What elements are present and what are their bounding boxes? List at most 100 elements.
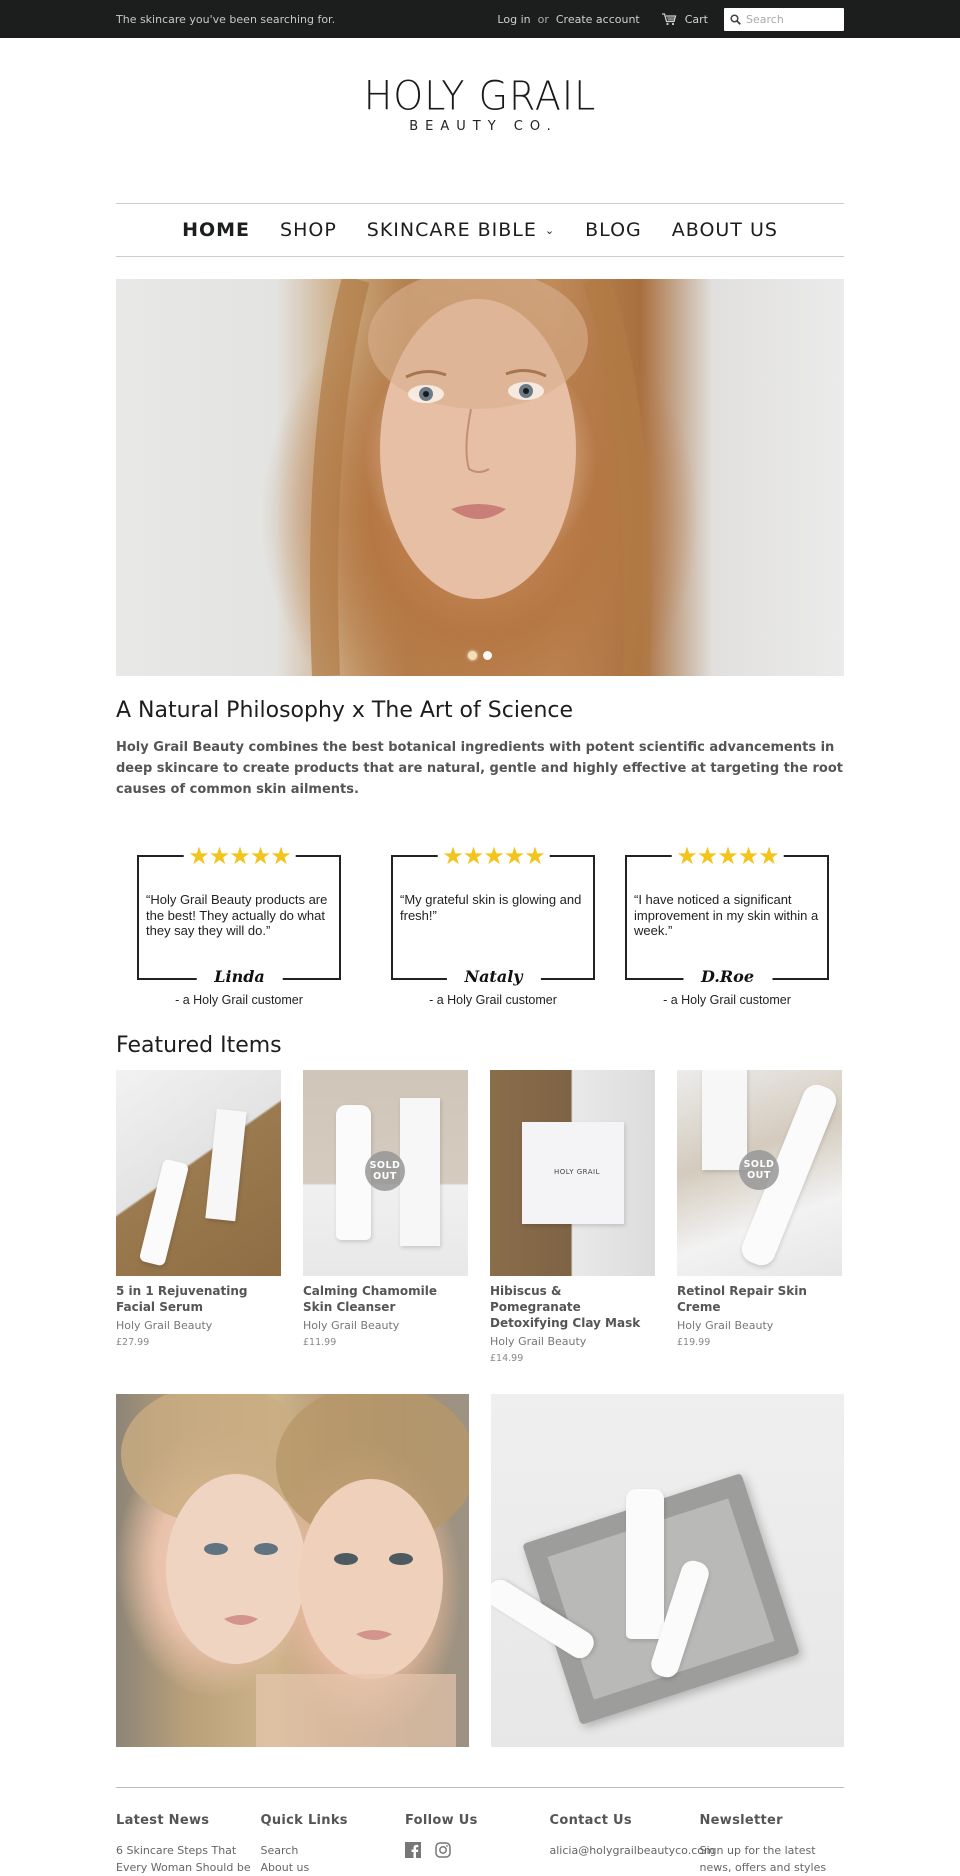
sold-out-badge: SOLD OUT [739,1150,779,1190]
product-image[interactable]: HOLY GRAIL [490,1070,655,1276]
site-logo[interactable]: HOLY GRAIL BEAUTY CO. [0,38,960,203]
contact-email-link[interactable]: alicia@holygrailbeautyco.com [550,1842,715,1859]
create-account-link[interactable]: Create account [556,13,640,26]
footer-heading: Newsletter [699,1813,783,1828]
chevron-down-icon: ⌄ [544,223,556,237]
testimonial-card: ★★★★★ “My grateful skin is glowing and f… [391,844,596,1020]
product-title[interactable]: Calming Chamomile Skin Cleanser [303,1283,468,1315]
product-vendor: Holy Grail Beauty [303,1319,400,1332]
nav-skincare-bible[interactable]: SKINCARE BIBLE ⌄ [367,219,555,241]
sold-out-text: SOLD [743,1159,775,1170]
product-box: HOLY GRAIL [522,1122,624,1224]
logo-subtitle: BEAUTY CO. [409,119,558,134]
testimonial-byline: - a Holy Grail customer [429,993,557,1007]
testimonial-signature: Nataly [446,967,541,986]
footer-heading: Latest News [116,1813,210,1828]
nav-skincare-bible-label: SKINCARE BIBLE [366,219,537,241]
product-card[interactable]: HOLY GRAIL Hibiscus & Pomegranate Detoxi… [490,1070,655,1364]
models-image [116,1394,469,1747]
cart-label: Cart [684,12,708,26]
testimonial-byline: - a Holy Grail customer [663,993,791,1007]
footer-link-about-us[interactable]: About us [261,1859,406,1876]
nav-about-us[interactable]: ABOUT US [672,219,778,241]
testimonials-image: ★★★★★ “Holy Grail Beauty products are th… [0,844,960,1025]
instagram-icon[interactable] [435,1842,451,1863]
intro-section: A Natural Philosophy x The Art of Scienc… [116,698,844,800]
cart-link[interactable]: Cart [661,12,708,26]
testimonial-quote: “I have noticed a significant improvemen… [634,892,819,938]
nav-home[interactable]: HOME [182,219,250,241]
product-title[interactable]: Retinol Repair Skin Creme [677,1283,842,1315]
product-image[interactable] [116,1070,281,1276]
footer-heading: Contact Us [549,1813,632,1828]
product-price: £27.99 [116,1337,150,1348]
product-card[interactable]: SOLD OUT Retinol Repair Skin Creme Holy G… [677,1070,842,1364]
cart-icon [661,12,677,25]
slide-dot-1[interactable] [468,651,477,660]
product-box [205,1108,247,1222]
news-article-link[interactable]: 6 Skincare Steps That Every Woman Should… [116,1842,261,1876]
product-bottle [626,1489,664,1639]
product-price: £11.99 [303,1337,337,1348]
testimonial-quote: “Holy Grail Beauty products are the best… [146,892,328,938]
featured-heading: Featured Items [116,1033,282,1058]
search-box[interactable] [724,7,844,31]
nav-blog[interactable]: BLOG [585,219,642,241]
testimonial-quote: “My grateful skin is glowing and fresh!” [400,892,582,923]
product-grid: 5 in 1 Rejuvenating Facial Serum Holy Gr… [116,1070,844,1364]
product-vendor: Holy Grail Beauty [677,1319,774,1332]
facebook-icon[interactable] [405,1842,421,1863]
product-title[interactable]: Hibiscus & Pomegranate Detoxifying Clay … [490,1283,655,1331]
product-bottle [138,1158,190,1267]
hero-slideshow[interactable] [116,279,844,676]
star-rating-icon: ★★★★★ [671,844,784,868]
testimonial-byline: - a Holy Grail customer [175,993,303,1007]
site-footer: Latest News 6 Skincare Steps That Every … [116,1787,844,1876]
footer-newsletter: Newsletter Sign up for the latest news, … [700,1813,845,1876]
search-input[interactable] [746,12,836,26]
nav-shop[interactable]: SHOP [280,219,337,241]
announcement-bar: The skincare you've been searching for. … [0,0,960,38]
product-image[interactable]: SOLD OUT [677,1070,842,1276]
star-rating-icon: ★★★★★ [437,844,550,868]
footer-heading: Quick Links [260,1813,348,1828]
login-link[interactable]: Log in [497,13,530,26]
product-box [702,1070,747,1170]
product-vendor: Holy Grail Beauty [490,1335,587,1348]
slide-dot-2[interactable] [483,651,492,660]
tagline: The skincare you've been searching for. [116,12,336,26]
search-icon[interactable] [730,13,741,25]
featured-items-section: Featured Items 5 in 1 Rejuvenating Facia… [116,1033,844,1364]
product-card[interactable]: 5 in 1 Rejuvenating Facial Serum Holy Gr… [116,1070,281,1364]
logo-wordmark: HOLY GRAIL [363,72,597,120]
sold-out-text: SOLD [369,1160,401,1171]
testimonial-signature: Linda [196,967,283,986]
product-price: £14.99 [490,1353,524,1364]
sold-out-text: OUT [747,1170,771,1181]
footer-contact-us: Contact Us alicia@holygrailbeautyco.com [549,1813,715,1876]
product-image[interactable]: SOLD OUT [303,1070,468,1276]
models-illustration [121,1394,469,1747]
product-price: £19.99 [677,1337,711,1348]
or-separator: or [537,12,549,26]
testimonial-card: ★★★★★ “Holy Grail Beauty products are th… [137,844,342,1020]
footer-follow-us: Follow Us [405,1813,550,1876]
slideshow-dots [468,651,492,660]
product-title[interactable]: 5 in 1 Rejuvenating Facial Serum [116,1283,281,1315]
footer-quick-links: Quick Links Search About us [261,1813,406,1876]
sold-out-badge: SOLD OUT [365,1151,405,1191]
sold-out-text: OUT [373,1171,397,1182]
footer-heading: Follow Us [405,1813,478,1828]
footer-latest-news: Latest News 6 Skincare Steps That Every … [116,1813,261,1876]
product-brand-mark: HOLY GRAIL [554,1168,601,1176]
testimonial-signature: D.Roe [682,967,773,986]
footer-link-search[interactable]: Search [261,1842,406,1859]
star-rating-icon: ★★★★★ [183,844,296,868]
product-box [400,1098,440,1246]
intro-body: Holy Grail Beauty combines the best bota… [116,740,843,797]
newsletter-text: Sign up for the latest news, offers and … [699,1844,827,1874]
lifestyle-images [116,1394,844,1747]
intro-heading: A Natural Philosophy x The Art of Scienc… [116,698,574,723]
products-tray-image [491,1394,844,1747]
product-card[interactable]: SOLD OUT Calming Chamomile Skin Cleanser … [303,1070,468,1364]
